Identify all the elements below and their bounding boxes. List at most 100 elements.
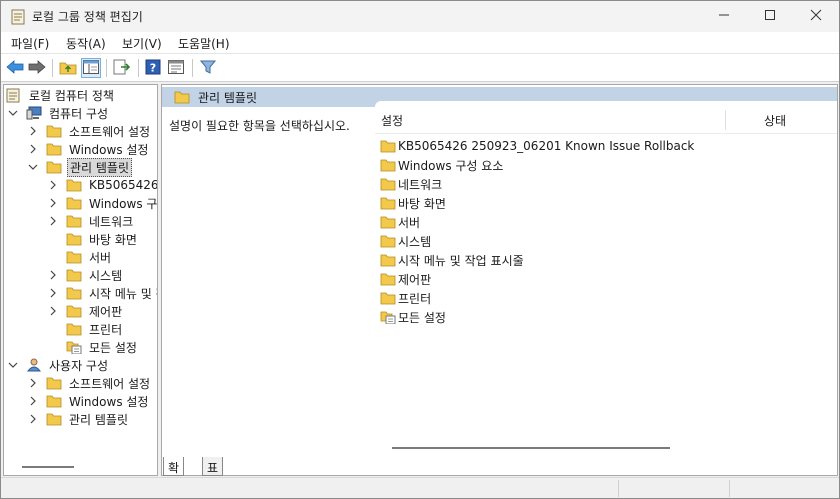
toolbar-separator xyxy=(52,59,53,77)
list-item[interactable]: 바탕 화면 xyxy=(380,194,446,212)
tree-node-admin-network[interactable]: 네트워크 xyxy=(48,212,135,230)
tree-node-local-computer-policy[interactable]: 로컬 컴퓨터 정책 xyxy=(6,86,116,104)
folder-icon xyxy=(46,124,62,138)
tree-node-admin-kb5065426[interactable]: KB5065426 250923_06201 Known Issue Rollb… xyxy=(48,176,157,194)
chevron-right-icon[interactable] xyxy=(48,306,58,316)
forward-button[interactable] xyxy=(27,58,47,78)
list-item[interactable]: 시작 메뉴 및 작업 표시줄 xyxy=(380,251,524,269)
list-item[interactable]: 네트워크 xyxy=(380,175,442,193)
folder-open-icon xyxy=(46,160,62,174)
minimize-button[interactable] xyxy=(701,1,747,32)
tree-node-cc-admin-templates[interactable]: 관리 템플릿 xyxy=(28,157,133,177)
chevron-down-icon[interactable] xyxy=(8,360,18,370)
chevron-right-icon[interactable] xyxy=(48,216,58,226)
list-item-label: 모든 설정 xyxy=(398,310,446,325)
column-header-state[interactable]: 상태 xyxy=(764,112,786,129)
chevron-right-icon[interactable] xyxy=(28,414,38,424)
properties-view-button[interactable] xyxy=(166,58,186,78)
folder-icon xyxy=(380,291,396,305)
list-item[interactable]: Windows 구성 요소 xyxy=(380,156,503,174)
folder-icon xyxy=(380,158,396,172)
help-button[interactable]: ? xyxy=(143,58,163,78)
close-button[interactable] xyxy=(793,1,839,32)
folder-icon xyxy=(66,196,82,210)
tree-label: 네트워크 xyxy=(89,214,134,229)
list-item[interactable]: 모든 설정 xyxy=(380,308,446,326)
maximize-button[interactable] xyxy=(747,1,793,32)
menu-action[interactable]: 동작(A) xyxy=(66,35,106,52)
filter-icon xyxy=(199,59,217,78)
list-item[interactable]: 프린터 xyxy=(380,289,431,307)
list-item-label: 시작 메뉴 및 작업 표시줄 xyxy=(398,253,524,268)
tree-node-user-config[interactable]: 사용자 구성 xyxy=(8,356,110,374)
policy-document-icon xyxy=(6,88,22,102)
list-item[interactable]: KB5065426 250923_06201 Known Issue Rollb… xyxy=(380,137,694,155)
folder-icon xyxy=(66,214,82,228)
chevron-right-icon[interactable] xyxy=(28,126,38,136)
tree-node-admin-control-panel[interactable]: 제어판 xyxy=(48,302,124,320)
list-item-label: 프린터 xyxy=(398,291,432,306)
tab-standard[interactable]: 표준 xyxy=(202,457,224,492)
tree-label: 바탕 화면 xyxy=(89,232,137,247)
chevron-down-icon[interactable] xyxy=(28,162,38,172)
column-header-setting[interactable]: 설정 xyxy=(381,112,403,129)
tree-node-admin-all-settings[interactable]: 모든 설정 xyxy=(66,338,139,356)
up-folder-button[interactable] xyxy=(58,58,78,78)
chevron-right-icon[interactable] xyxy=(28,144,38,154)
tree-label: 시스템 xyxy=(89,268,123,283)
up-folder-icon xyxy=(59,59,77,78)
export-list-button[interactable] xyxy=(112,58,132,78)
folder-icon xyxy=(380,234,396,248)
export-list-icon xyxy=(113,59,131,78)
menu-file[interactable]: 파일(F) xyxy=(11,35,49,52)
menu-help[interactable]: 도움말(H) xyxy=(178,35,230,52)
tree-node-uc-admin-templates[interactable]: 관리 템플릿 xyxy=(28,410,130,428)
chevron-right-icon[interactable] xyxy=(28,378,38,388)
chevron-right-icon[interactable] xyxy=(48,288,58,298)
chevron-right-icon[interactable] xyxy=(28,396,38,406)
folder-icon xyxy=(66,232,82,246)
list-item[interactable]: 시스템 xyxy=(380,232,431,250)
user-icon xyxy=(26,358,42,372)
back-button[interactable] xyxy=(5,58,25,78)
tree-node-uc-software-settings[interactable]: 소프트웨어 설정 xyxy=(28,374,152,392)
chevron-right-icon[interactable] xyxy=(48,180,58,190)
tree-node-admin-server[interactable]: 서버 xyxy=(66,248,113,266)
show-hide-tree-button[interactable] xyxy=(81,58,101,78)
tree-node-admin-windows-components[interactable]: Windows 구성 요소 xyxy=(48,194,157,212)
chevron-down-icon[interactable] xyxy=(8,108,18,118)
tree-node-admin-system[interactable]: 시스템 xyxy=(48,266,124,284)
tree-node-admin-printers[interactable]: 프린터 xyxy=(66,320,124,338)
tree-label: 서버 xyxy=(89,250,112,265)
list-item[interactable]: 서버 xyxy=(380,213,420,231)
folder-icon xyxy=(380,177,396,191)
settings-list[interactable]: 설정 상태 KB5065426 250923_06201 Known Issue… xyxy=(375,101,837,475)
description-text: 설명이 필요한 항목을 선택하십시오. xyxy=(169,119,350,133)
tree-label: 관리 템플릿 xyxy=(67,157,133,177)
chevron-right-icon[interactable] xyxy=(48,198,58,208)
tree-node-cc-software-settings[interactable]: 소프트웨어 설정 xyxy=(28,122,152,140)
tree-label: 로컬 컴퓨터 정책 xyxy=(29,88,114,103)
chevron-right-icon[interactable] xyxy=(48,270,58,280)
folder-icon xyxy=(46,412,62,426)
tree-node-computer-config[interactable]: 컴퓨터 구성 xyxy=(8,104,110,122)
details-pane: 관리 템플릿 설명이 필요한 항목을 선택하십시오. 설정 상태 KB50654… xyxy=(161,84,838,476)
list-horizontal-scrollbar[interactable] xyxy=(392,447,670,449)
tree-node-cc-windows-settings[interactable]: Windows 설정 xyxy=(28,140,150,158)
tree-pane[interactable]: 로컬 컴퓨터 정책 컴퓨터 구성 소프트웨어 설정 Windows 설정 관리 … xyxy=(3,84,158,476)
folder-icon xyxy=(66,268,82,282)
tree-horizontal-scrollbar[interactable] xyxy=(22,466,74,468)
filter-button[interactable] xyxy=(198,58,218,78)
tree-node-admin-desktop[interactable]: 바탕 화면 xyxy=(66,230,139,248)
all-settings-icon xyxy=(380,310,396,324)
tab-extended[interactable]: 확장 xyxy=(163,457,185,492)
title-bar: 로컬 그룹 정책 편집기 xyxy=(1,1,839,32)
menu-view[interactable]: 보기(V) xyxy=(122,35,162,52)
column-divider[interactable] xyxy=(725,110,726,130)
tree-node-admin-start-menu[interactable]: 시작 메뉴 및 작업 표시줄 xyxy=(48,284,157,302)
tree-node-uc-windows-settings[interactable]: Windows 설정 xyxy=(28,392,150,410)
list-item[interactable]: 제어판 xyxy=(380,270,431,288)
folder-icon xyxy=(66,286,82,300)
tree-label: 프린터 xyxy=(89,322,123,337)
tree-label: Windows 설정 xyxy=(69,142,149,157)
